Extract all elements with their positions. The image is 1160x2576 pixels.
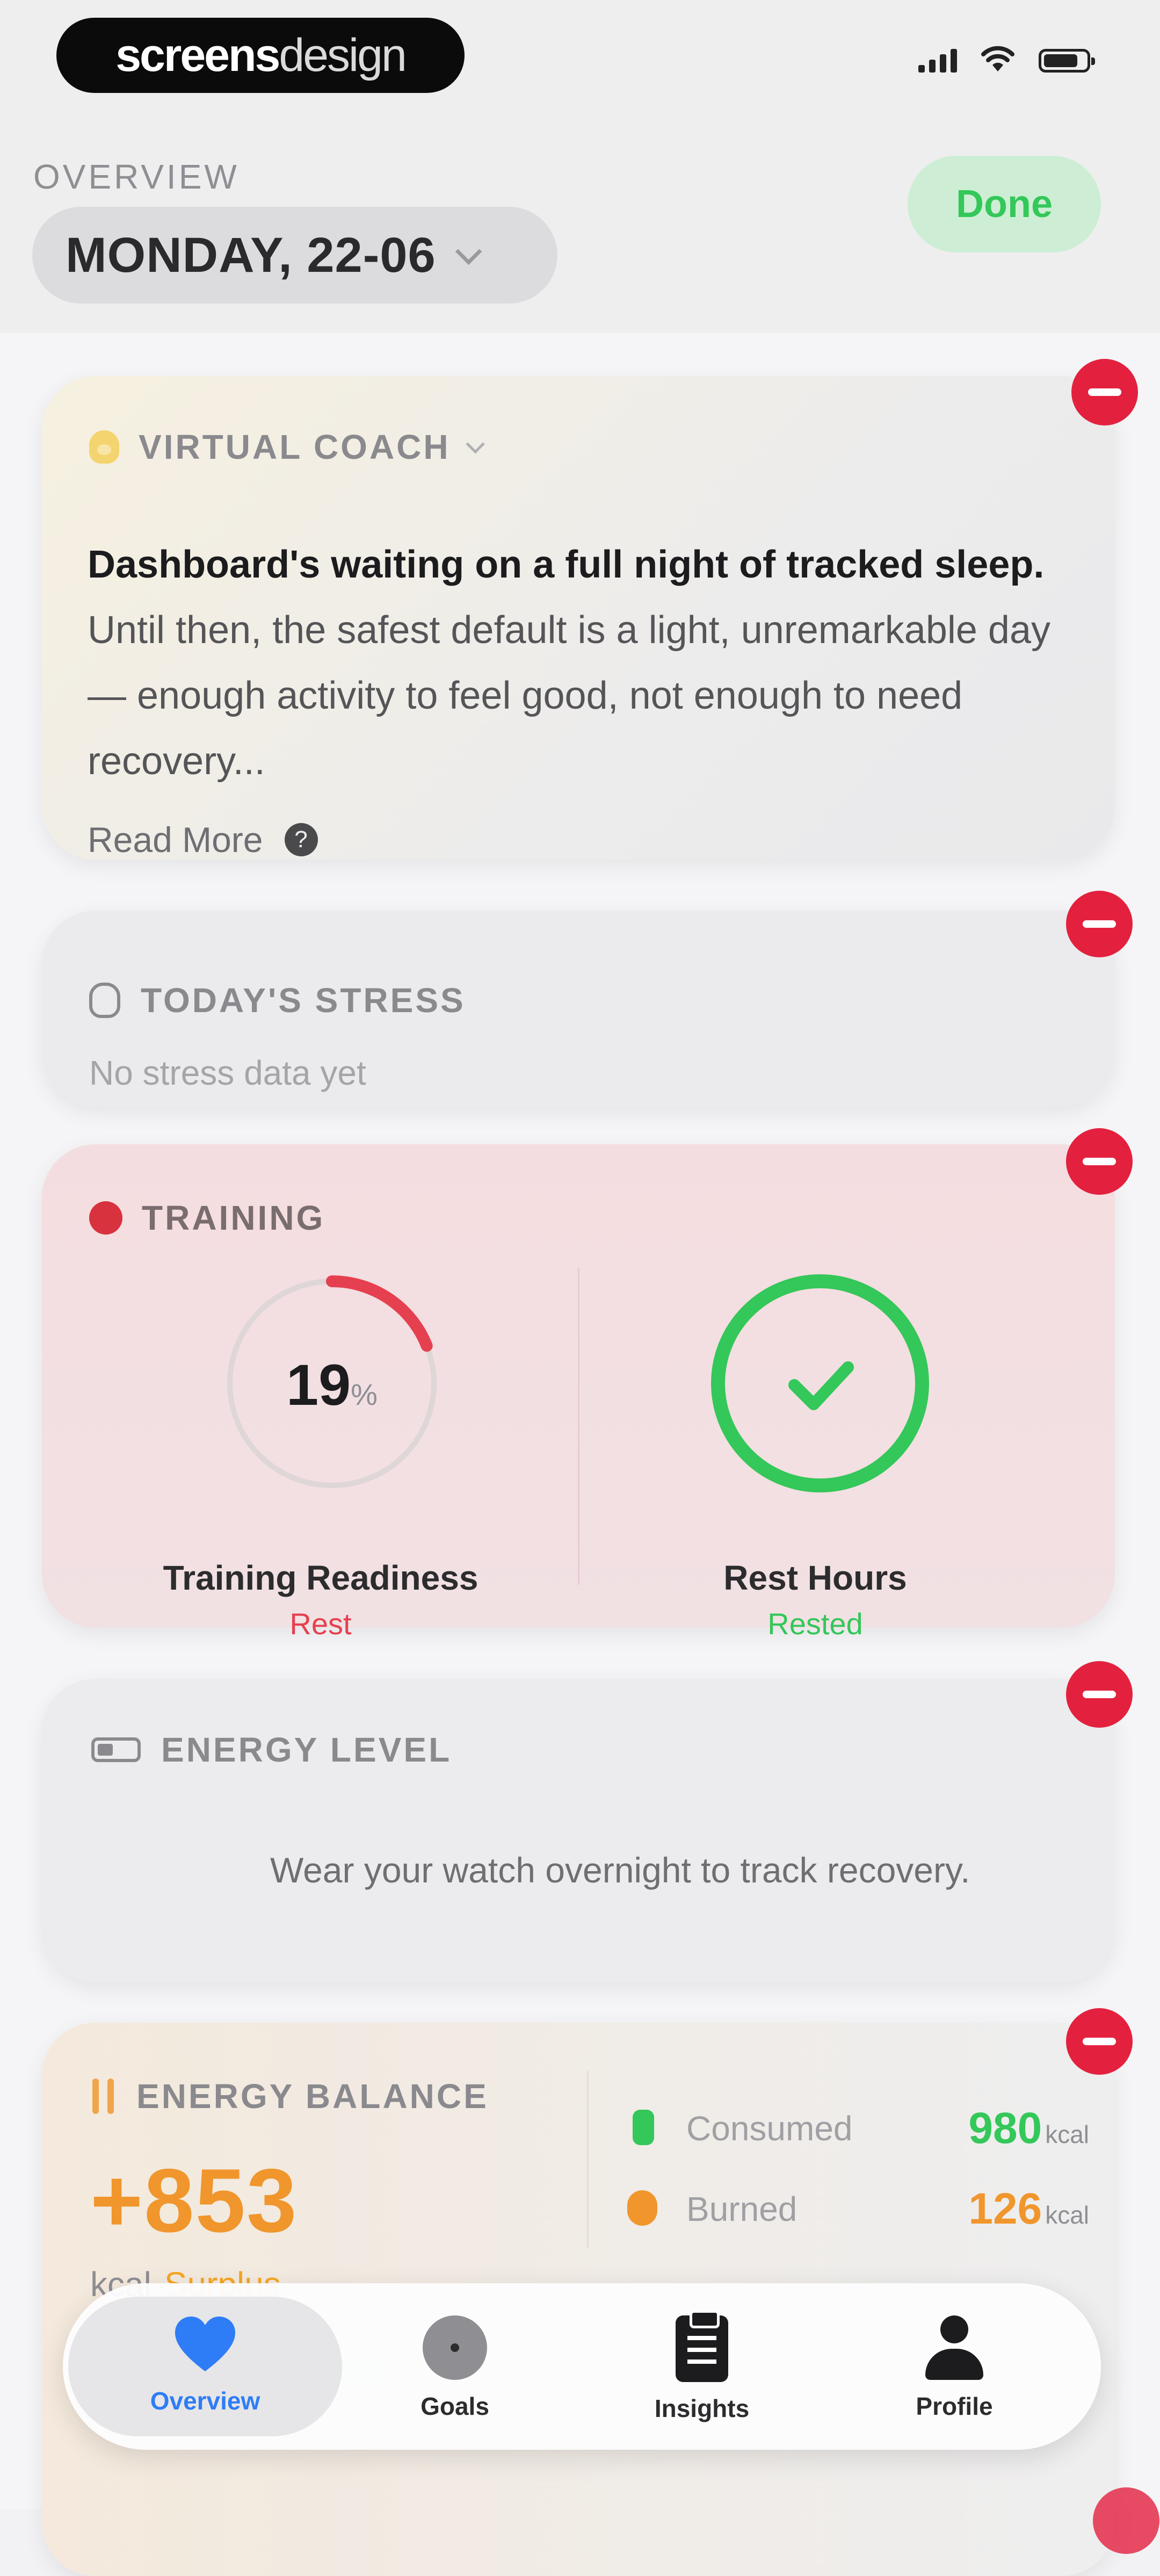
burned-unit: kcal	[1045, 2201, 1089, 2229]
tab-insights[interactable]: Insights	[627, 2310, 777, 2423]
training-card[interactable]: TRAINING 19% Training Readiness Rest Res…	[42, 1144, 1115, 1641]
energy-level-header: ENERGY LEVEL	[91, 1730, 452, 1770]
goal-icon	[423, 2315, 487, 2380]
burned-label: Burned	[686, 2190, 798, 2228]
burned-value: 126 kcal	[968, 2184, 1089, 2234]
tab-goals[interactable]: Goals	[380, 2315, 530, 2423]
chevron-down-icon	[455, 238, 482, 265]
done-button[interactable]: Done	[908, 156, 1101, 252]
coach-icon	[89, 430, 119, 464]
todays-stress-title: TODAY'S STRESS	[141, 981, 466, 1020]
virtual-coach-title: VIRTUAL COACH	[139, 428, 451, 466]
energy-level-message: Wear your watch overnight to track recov…	[270, 1850, 970, 1890]
tab-profile-label: Profile	[916, 2392, 993, 2420]
coach-message: Dashboard's waiting on a full night of t…	[88, 532, 1086, 794]
divider	[578, 1268, 579, 1585]
read-more-label: Read More	[88, 820, 263, 860]
virtual-coach-header[interactable]: VIRTUAL COACH	[89, 427, 485, 467]
readiness-value: 19%	[219, 1351, 445, 1418]
coach-message-body: Until then, the safest default is a ligh…	[88, 609, 1051, 783]
tab-insights-label: Insights	[654, 2394, 750, 2422]
training-header: TRAINING	[89, 1198, 325, 1238]
person-icon	[922, 2315, 987, 2380]
todays-stress-header: TODAY'S STRESS	[89, 980, 466, 1020]
consumed-row: Consumed 980 kcal	[627, 2103, 1089, 2154]
brand-logo-bold: screens	[115, 29, 280, 81]
rest-hours-gauge	[711, 1274, 929, 1492]
remove-energy-level-button[interactable]	[1066, 1661, 1133, 1728]
remove-next-card-button[interactable]	[1093, 2487, 1159, 2554]
tab-overview[interactable]: Overview	[130, 2315, 280, 2423]
rest-hours-label: Rest Hours	[723, 1558, 907, 1597]
hand-icon	[89, 983, 120, 1018]
heart-icon	[175, 2317, 235, 2371]
brand-logo-light: design	[279, 29, 407, 81]
read-more-link[interactable]: Read More ?	[88, 819, 318, 860]
stress-empty-text: No stress data yet	[89, 1054, 366, 1092]
dashboard-content[interactable]: VIRTUAL COACH Dashboard's waiting on a f…	[0, 333, 1160, 2576]
rest-hours-status: Rested	[767, 1607, 863, 1641]
remove-stress-button[interactable]	[1066, 891, 1133, 957]
brand-logo: screens design	[56, 18, 465, 93]
energy-balance-header: ENERGY BALANCE	[90, 2076, 489, 2116]
energy-level-title: ENERGY LEVEL	[161, 1730, 452, 1769]
burned-number: 126	[968, 2184, 1042, 2233]
consumed-label: Consumed	[686, 2109, 853, 2148]
fork-knife-icon	[633, 2110, 654, 2145]
overview-label: OVERVIEW	[33, 157, 240, 196]
info-icon: ?	[284, 823, 318, 856]
date-selector[interactable]: MONDAY, 22-06	[32, 207, 557, 304]
training-readiness-label: Training Readiness	[163, 1558, 479, 1597]
readiness-unit: %	[351, 1377, 378, 1411]
readiness-number: 19	[286, 1352, 351, 1417]
fork-knife-icon	[90, 2079, 117, 2114]
energy-balance-title: ENERGY BALANCE	[136, 2077, 489, 2116]
divider	[587, 2071, 589, 2248]
coach-message-bold: Dashboard's waiting on a full night of t…	[88, 543, 1045, 586]
top-bar: screens design OVERVIEW MONDAY, 22-06 Don…	[0, 0, 1160, 333]
tab-bar: Overview Goals Insights Profile	[63, 2283, 1101, 2450]
tab-goals-label: Goals	[421, 2392, 489, 2420]
energy-level-card[interactable]: ENERGY LEVEL Wear your watch overnight t…	[42, 1679, 1115, 1982]
remove-energy-balance-button[interactable]	[1066, 2008, 1133, 2075]
tab-overview-label: Overview	[150, 2387, 260, 2415]
tab-profile[interactable]: Profile	[879, 2315, 1030, 2423]
consumed-number: 980	[968, 2104, 1042, 2153]
alert-icon	[89, 1201, 122, 1235]
checkmark-icon	[788, 1361, 854, 1410]
battery-icon	[1039, 49, 1095, 73]
status-bar	[918, 46, 1095, 73]
remove-virtual-coach-button[interactable]	[1071, 359, 1138, 425]
battery-level-icon	[91, 1737, 141, 1762]
date-text: MONDAY, 22-06	[66, 227, 436, 283]
todays-stress-card[interactable]: TODAY'S STRESS No stress data yet	[42, 911, 1115, 1107]
training-readiness-status: Rest	[289, 1607, 352, 1641]
virtual-coach-card[interactable]: VIRTUAL COACH Dashboard's waiting on a f…	[42, 376, 1115, 860]
wifi-icon	[981, 46, 1014, 71]
cellular-signal-icon	[918, 48, 957, 73]
chevron-down-icon	[466, 434, 485, 454]
flame-icon	[627, 2190, 657, 2226]
consumed-value: 980 kcal	[968, 2103, 1089, 2154]
remove-training-button[interactable]	[1066, 1128, 1133, 1195]
energy-balance-net: +853	[90, 2150, 298, 2251]
consumed-unit: kcal	[1045, 2120, 1089, 2148]
rest-hours-ring[interactable]	[707, 1271, 933, 1496]
burned-row: Burned 126 kcal	[627, 2184, 1089, 2234]
training-title: TRAINING	[142, 1199, 325, 1237]
clipboard-icon	[676, 2310, 728, 2382]
training-readiness-ring[interactable]: 19%	[219, 1271, 445, 1496]
